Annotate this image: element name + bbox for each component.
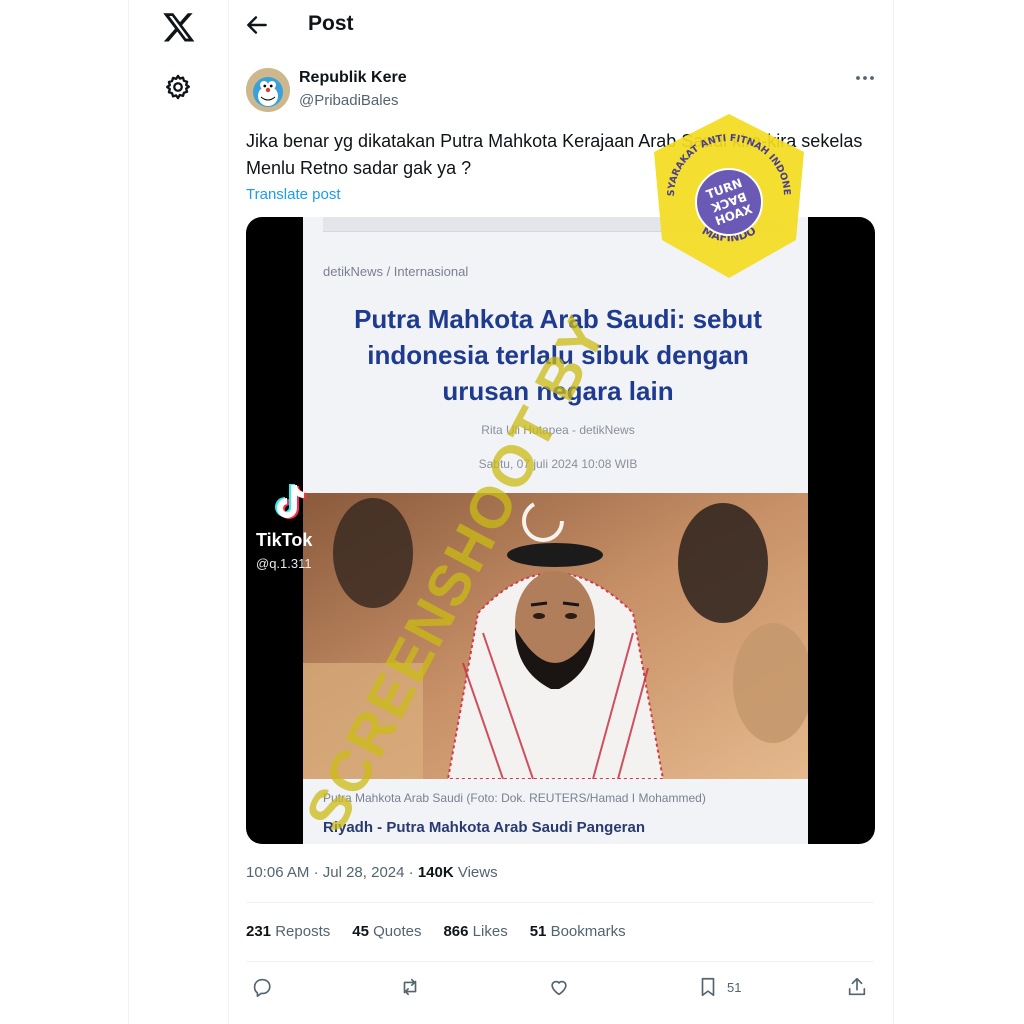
page-title: Post: [308, 12, 354, 35]
bookmarks-count: 51: [529, 923, 547, 940]
article-source: detikNews / Internasional: [323, 264, 469, 279]
bookmarks-label: Bookmarks: [550, 923, 626, 940]
repost-icon[interactable]: [399, 976, 425, 1002]
bookmark-count: 51: [727, 980, 742, 995]
article-lead: Riyadh - Putra Mahkota Arab Saudi Panger…: [323, 819, 646, 836]
article-date: Sabtu, 07 juli 2024 10:08 WIB: [478, 457, 638, 471]
quotes-label: Quotes: [373, 923, 422, 940]
views-count: 140K: [417, 864, 454, 881]
back-arrow-icon[interactable]: [244, 12, 270, 38]
likes-count: 866: [443, 923, 469, 940]
views-label: Views: [457, 864, 498, 881]
bookmarks-stat[interactable]: 51 Bookmarks: [530, 923, 626, 940]
quotes-count: 45: [352, 923, 369, 940]
x-logo-icon[interactable]: [162, 10, 196, 44]
tweet-date[interactable]: Jul 28, 2024: [323, 864, 405, 881]
author-name[interactable]: Republik Kere: [299, 69, 407, 87]
like-heart-icon[interactable]: [548, 976, 574, 1002]
action-bar: 51: [246, 974, 874, 1004]
meta-separator: ·: [408, 864, 414, 881]
reposts-label: Reposts: [275, 923, 331, 940]
reposts-stat[interactable]: 231 Reposts: [246, 923, 330, 940]
meta-separator: ·: [313, 864, 319, 881]
column-divider: [228, 0, 229, 1024]
share-icon[interactable]: [846, 976, 872, 1002]
turnbackhoax-stamp-logo: MASYARAKAT ANTI FITNAH INDONESIA MAFINDO…: [650, 110, 804, 278]
tiktok-logo-icon: [275, 484, 306, 519]
quotes-stat[interactable]: 45 Quotes: [352, 923, 421, 940]
reply-icon[interactable]: [251, 976, 277, 1002]
bookmark-icon[interactable]: [697, 976, 723, 1002]
article-caption: Putra Mahkota Arab Saudi (Foto: Dok. REU…: [323, 791, 706, 805]
tweet-meta: 10:06 AM · Jul 28, 2024 · 140K Views: [246, 864, 498, 881]
gear-icon[interactable]: [164, 73, 192, 101]
tweet-stats: 231 Reposts 45 Quotes 866 Likes 51 Bookm…: [246, 923, 626, 940]
avatar[interactable]: [246, 68, 290, 112]
divider: [246, 961, 874, 962]
tweet-time: 10:06 AM: [246, 864, 310, 881]
likes-label: Likes: [472, 923, 508, 940]
likes-stat[interactable]: 866 Likes: [443, 923, 507, 940]
more-options-icon[interactable]: [852, 68, 878, 88]
author-handle[interactable]: @PribadiBales: [299, 92, 398, 109]
tiktok-handle: @q.1.311: [256, 556, 312, 571]
reposts-count: 231: [246, 923, 272, 940]
translate-post-link[interactable]: Translate post: [246, 186, 341, 203]
tiktok-name: TikTok: [256, 530, 313, 550]
divider: [246, 902, 874, 903]
